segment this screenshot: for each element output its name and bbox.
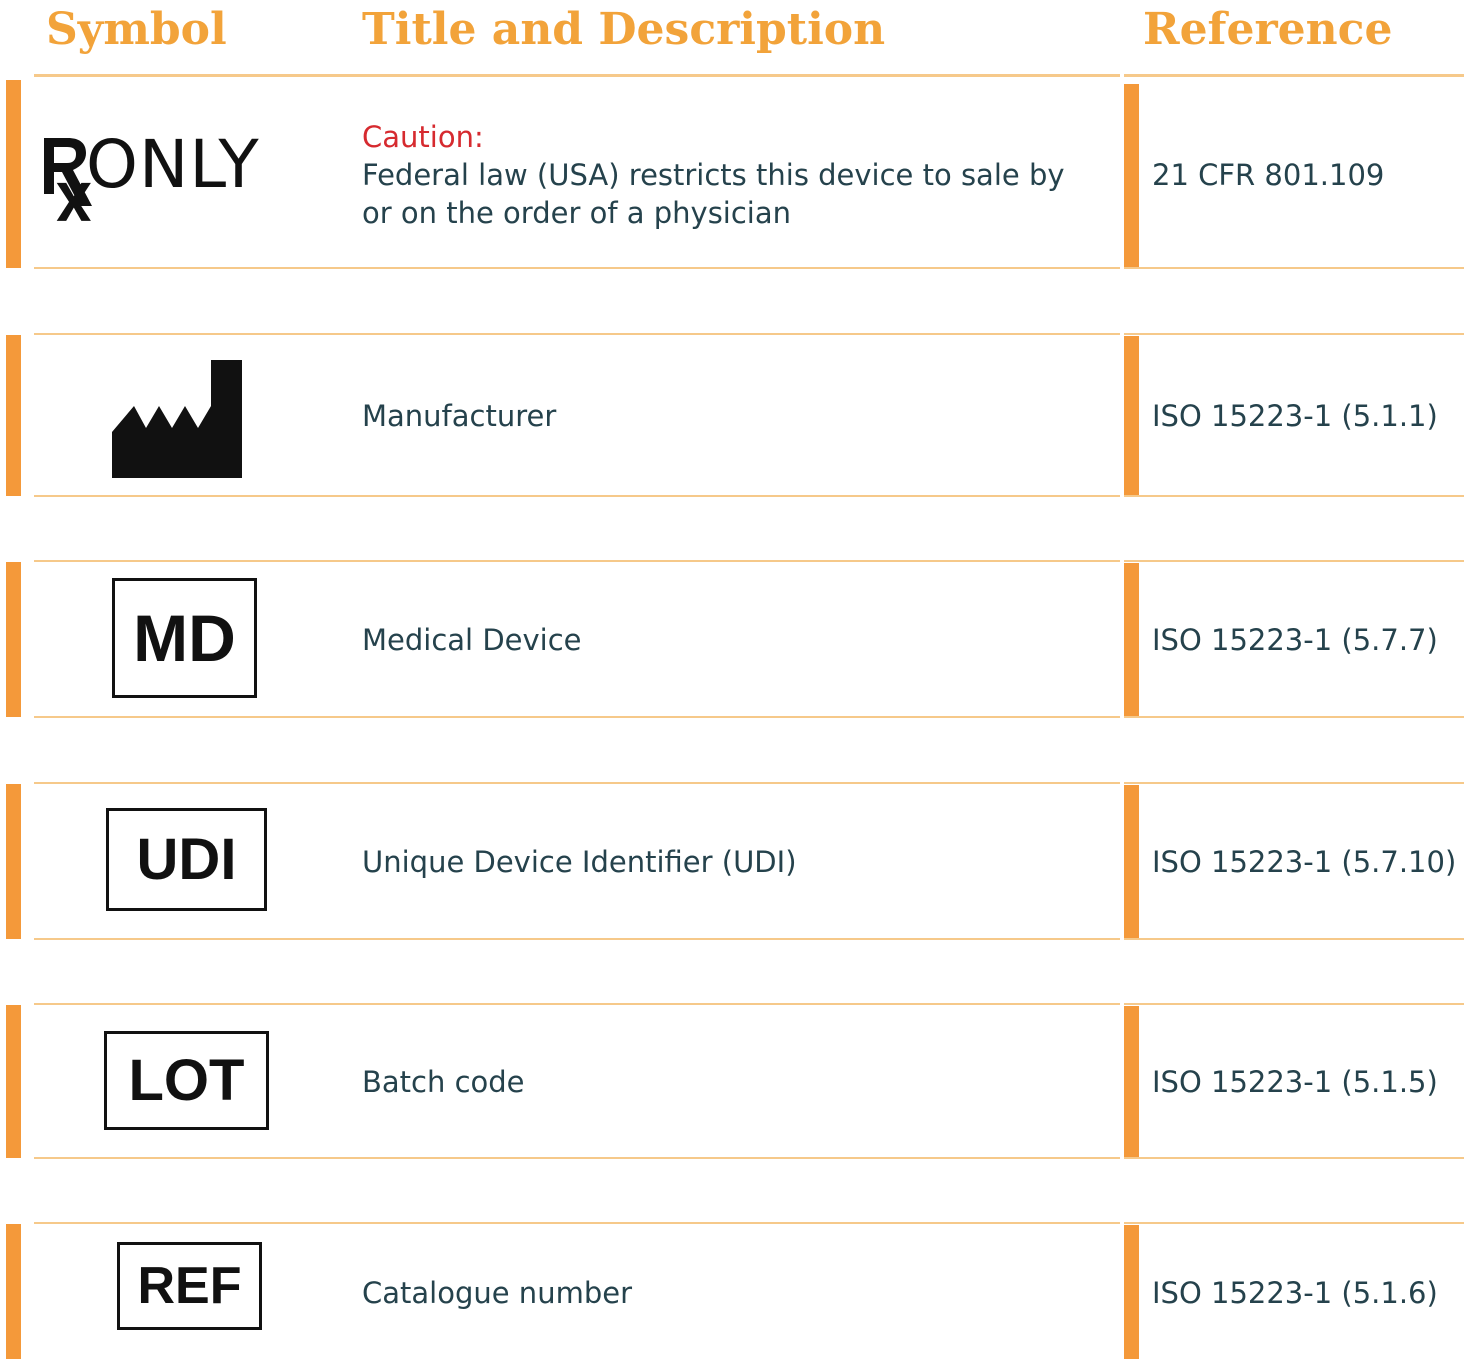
row-rule: [1124, 560, 1464, 562]
row-rule: [1124, 1157, 1464, 1159]
column-header-title: Title and Description: [362, 4, 886, 55]
row-accent-bar: [6, 335, 21, 496]
row-rule: [34, 560, 1120, 562]
row-accent-bar: [6, 1005, 21, 1158]
header-divider-left: [34, 74, 1120, 77]
caution-label: Caution:: [362, 120, 484, 154]
header-divider-right: [1124, 74, 1464, 77]
row-description: Manufacturer: [362, 399, 557, 433]
lot-box-icon: LOT: [104, 1031, 269, 1130]
row-divider-bar: [1124, 336, 1139, 496]
row-rule: [1124, 1003, 1464, 1005]
row-rule: [34, 267, 1120, 269]
column-header-reference: Reference: [1143, 4, 1393, 55]
row-accent-bar: [6, 562, 21, 717]
rx-only-text: ONLY: [86, 126, 260, 203]
row-reference: ISO 15223-1 (5.7.7): [1152, 623, 1438, 657]
description-line: or on the order of a physician: [362, 196, 792, 230]
row-rule: [1124, 782, 1464, 784]
row-accent-bar: [6, 784, 21, 939]
row-reference: ISO 15223-1 (5.1.1): [1152, 399, 1438, 433]
row-divider-bar: [1124, 1225, 1139, 1359]
row-rule: [1124, 1222, 1464, 1224]
row-rule: [34, 1003, 1120, 1005]
row-rule: [34, 716, 1120, 718]
row-reference: ISO 15223-1 (5.7.10): [1152, 845, 1457, 879]
udi-box-icon: UDI: [106, 808, 267, 911]
row-description: Unique Device Identifier (UDI): [362, 845, 797, 879]
description-line: Federal law (USA) restricts this device …: [362, 158, 1065, 192]
row-reference: ISO 15223-1 (5.1.5): [1152, 1065, 1438, 1099]
row-reference: 21 CFR 801.109: [1152, 158, 1385, 192]
row-description: Catalogue number: [362, 1276, 632, 1310]
row-description: Caution: Federal law (USA) restricts thi…: [362, 118, 1065, 232]
row-rule: [34, 782, 1120, 784]
row-description: Medical Device: [362, 623, 582, 657]
row-rule: [1124, 267, 1464, 269]
column-header-symbol: Symbol: [46, 4, 227, 55]
md-box-icon: MD: [112, 578, 257, 698]
row-divider-bar: [1124, 563, 1139, 717]
row-divider-bar: [1124, 1006, 1139, 1158]
row-description: Batch code: [362, 1065, 525, 1099]
row-divider-bar: [1124, 84, 1139, 268]
row-rule: [1124, 333, 1464, 335]
row-rule: [1124, 495, 1464, 497]
row-accent-bar: [6, 1224, 21, 1359]
row-reference: ISO 15223-1 (5.1.6): [1152, 1276, 1438, 1310]
row-divider-bar: [1124, 785, 1139, 939]
ref-box-icon: REF: [117, 1242, 262, 1330]
factory-icon: [112, 360, 242, 478]
row-rule: [34, 333, 1120, 335]
row-rule: [34, 1222, 1120, 1224]
row-rule: [1124, 938, 1464, 940]
row-accent-bar: [6, 80, 21, 268]
row-rule: [34, 938, 1120, 940]
row-rule: [34, 495, 1120, 497]
row-rule: [34, 1157, 1120, 1159]
row-rule: [1124, 716, 1464, 718]
